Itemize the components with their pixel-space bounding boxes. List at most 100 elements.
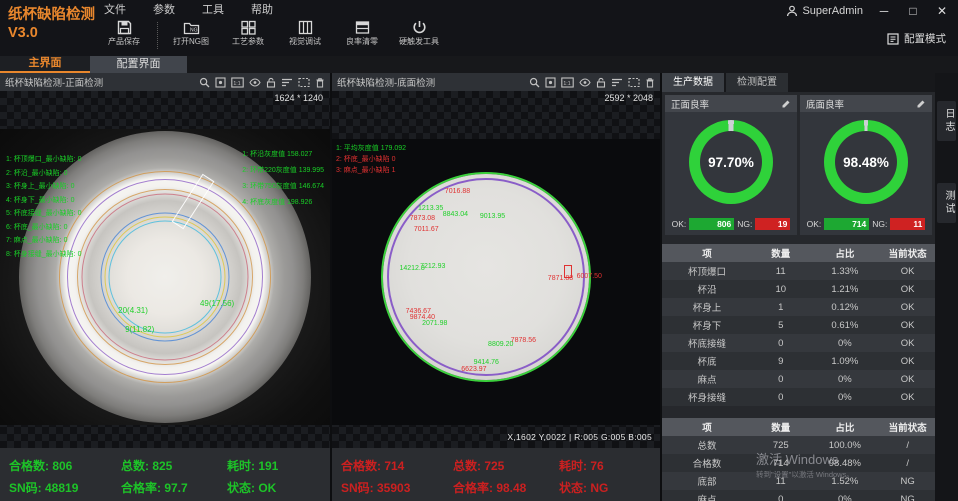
table-cell: 9 bbox=[752, 356, 809, 367]
table-cell: 98.48% bbox=[809, 458, 880, 469]
front-annotation-list: 1: 杯顶爆口_最小缺陷: 02: 杯沿_最小缺陷: 03: 杯身上_最小缺陷:… bbox=[6, 153, 81, 261]
zoom-icon[interactable] bbox=[199, 77, 210, 88]
status-stat: SN码: 35903 bbox=[341, 479, 453, 501]
yield-reset-button[interactable]: 良率清零 bbox=[338, 19, 386, 47]
status-stat: 耗时: 191 bbox=[227, 457, 321, 479]
table-cell: OK bbox=[880, 302, 935, 313]
zoom-icon[interactable] bbox=[529, 77, 540, 88]
status-stat: SN码: 48819 bbox=[9, 479, 121, 501]
annotation-line: 6: 杯底_最小缺陷: 0 bbox=[6, 221, 81, 235]
table-cell: 杯沿 bbox=[662, 282, 752, 296]
side-tab-log[interactable]: 日志 bbox=[937, 101, 956, 141]
roi-rect-icon[interactable] bbox=[628, 77, 640, 88]
table-cell: OK bbox=[880, 356, 935, 367]
table-cell: 0.12% bbox=[809, 302, 880, 313]
app-name: 纸杯缺陷检测 bbox=[8, 6, 95, 24]
grid-icon bbox=[224, 19, 272, 36]
table-header-row: 项数量占比当前状态 bbox=[662, 244, 935, 262]
one-to-one-icon[interactable]: 1:1 bbox=[561, 77, 574, 88]
front-yield-title: 正面良率 bbox=[671, 97, 781, 111]
trash-icon[interactable] bbox=[315, 77, 325, 88]
tab-config-interface[interactable]: 配置界面 bbox=[90, 56, 187, 73]
table-cell: 杯底接缝 bbox=[662, 336, 752, 350]
table-cell: 杯身下 bbox=[662, 318, 752, 332]
front-image-area[interactable]: 1624 * 1240 1: 杯顶爆口_最小缺陷: 02: 杯沿_最小缺陷: 0… bbox=[0, 91, 330, 448]
lock-icon[interactable] bbox=[596, 77, 606, 88]
open-ng-image-button[interactable]: NG 打开NG图 bbox=[167, 19, 215, 47]
table-cell: 数量 bbox=[752, 246, 809, 260]
table-cell: OK bbox=[880, 320, 935, 331]
status-stat: 状态: OK bbox=[227, 479, 321, 501]
fit-view-icon[interactable] bbox=[545, 77, 556, 88]
table-cell: 0 bbox=[752, 338, 809, 349]
one-to-one-icon[interactable]: 1:1 bbox=[231, 77, 244, 88]
bottom-resolution: 2592 * 2048 bbox=[604, 93, 653, 103]
minimize-button[interactable]: ─ bbox=[876, 4, 892, 18]
side-tab-test[interactable]: 测试 bbox=[937, 183, 956, 223]
status-stat: 合格率: 98.48 bbox=[453, 479, 559, 501]
lock-icon[interactable] bbox=[266, 77, 276, 88]
toolbar-separator bbox=[157, 22, 158, 49]
annotation-line: 7: 麻点_最小缺陷: 0 bbox=[6, 234, 81, 248]
fit-view-icon[interactable] bbox=[215, 77, 226, 88]
hard-trigger-tool-button[interactable]: 硬触发工具 bbox=[395, 19, 443, 47]
table-row: 杯身下50.61%OK bbox=[662, 316, 935, 334]
table-cell: 0% bbox=[809, 392, 880, 403]
table-row: 杯底接缝00%OK bbox=[662, 334, 935, 352]
status-stat: 合格数: 806 bbox=[9, 457, 121, 479]
roi-rect-icon[interactable] bbox=[298, 77, 310, 88]
user-chip[interactable]: SuperAdmin bbox=[786, 5, 863, 17]
tab-main-interface[interactable]: 主界面 bbox=[0, 56, 90, 73]
table-cell: 占比 bbox=[809, 246, 880, 260]
toolbar-label: 产品保存 bbox=[100, 37, 148, 47]
bottom-view-title: 纸杯缺陷检测-底面检测 bbox=[337, 75, 529, 89]
cup-bottom-photo: 7016.881213.357873.087011.678843.049013.… bbox=[383, 174, 589, 380]
status-stat: 总数: 825 bbox=[121, 457, 227, 479]
tab-production-data[interactable]: 生产数据 bbox=[662, 73, 724, 92]
table-cell: 总数 bbox=[662, 438, 752, 452]
menu-file[interactable]: 文件 bbox=[104, 1, 126, 17]
status-stat: 状态: NG bbox=[559, 479, 651, 501]
menu-help[interactable]: 帮助 bbox=[251, 1, 273, 17]
save-product-button[interactable]: 产品保存 bbox=[100, 19, 148, 47]
eye-icon[interactable] bbox=[579, 77, 591, 88]
table-row: 底部111.52%NG bbox=[662, 472, 935, 490]
menu-tools[interactable]: 工具 bbox=[202, 1, 224, 17]
table-row: 杯底91.09%OK bbox=[662, 352, 935, 370]
trash-icon[interactable] bbox=[645, 77, 655, 88]
bottom-image-area[interactable]: 2592 * 2048 1: 平均灰度值 179.0922: 杯底_最小缺陷 0… bbox=[332, 91, 660, 448]
striped-grid-icon bbox=[281, 19, 329, 36]
svg-text:1:1: 1:1 bbox=[563, 80, 570, 86]
pixel-coords-readout: X,1602 Y,0022 | R:005 G:005 B:005 bbox=[507, 432, 652, 442]
maximize-button[interactable]: □ bbox=[905, 4, 921, 18]
table-cell: / bbox=[880, 458, 935, 469]
tab-detection-config[interactable]: 检测配置 bbox=[726, 73, 788, 92]
config-mode-icon bbox=[887, 33, 899, 45]
table-cell: 0 bbox=[752, 392, 809, 403]
config-mode-button[interactable]: 配置模式 bbox=[887, 31, 946, 46]
annotation-line: 3: 环带750灰度值 146.674 bbox=[242, 179, 324, 195]
process-params-button[interactable]: 工艺参数 bbox=[224, 19, 272, 47]
ok-count-bar: 714 bbox=[824, 218, 869, 230]
ng-count-bar: 11 bbox=[890, 218, 925, 230]
sort-list-icon[interactable] bbox=[281, 77, 293, 88]
annotation-line: 3: 麻点_最小缺陷 1 bbox=[336, 165, 406, 176]
front-view-header: 纸杯缺陷检测-正面检测 1:1 bbox=[0, 73, 330, 91]
defect-marker: 7011.67 bbox=[414, 226, 439, 233]
close-button[interactable]: ✕ bbox=[934, 4, 950, 18]
eye-icon[interactable] bbox=[249, 77, 261, 88]
edit-pencil-icon[interactable] bbox=[916, 99, 926, 109]
vision-debug-button[interactable]: 视觉调试 bbox=[281, 19, 329, 47]
table-cell: NG bbox=[880, 476, 935, 487]
sort-list-icon[interactable] bbox=[611, 77, 623, 88]
yield-gauges: 正面良率 97.70% OK: 806 NG: 19 底面良率 98. bbox=[662, 92, 935, 238]
table-cell: OK bbox=[880, 338, 935, 349]
table-cell: OK bbox=[880, 374, 935, 385]
menu-params[interactable]: 参数 bbox=[153, 1, 175, 17]
user-name: SuperAdmin bbox=[802, 5, 863, 17]
edit-pencil-icon[interactable] bbox=[781, 99, 791, 109]
table-cell: 0 bbox=[752, 374, 809, 385]
front-yield-header: 正面良率 bbox=[665, 95, 797, 112]
viewer-toolbar: 1:1 bbox=[199, 77, 325, 88]
front-gray-value-list: 1: 杯沿灰度值 158.0272: 环带220灰度值 139.9953: 环带… bbox=[242, 147, 324, 211]
